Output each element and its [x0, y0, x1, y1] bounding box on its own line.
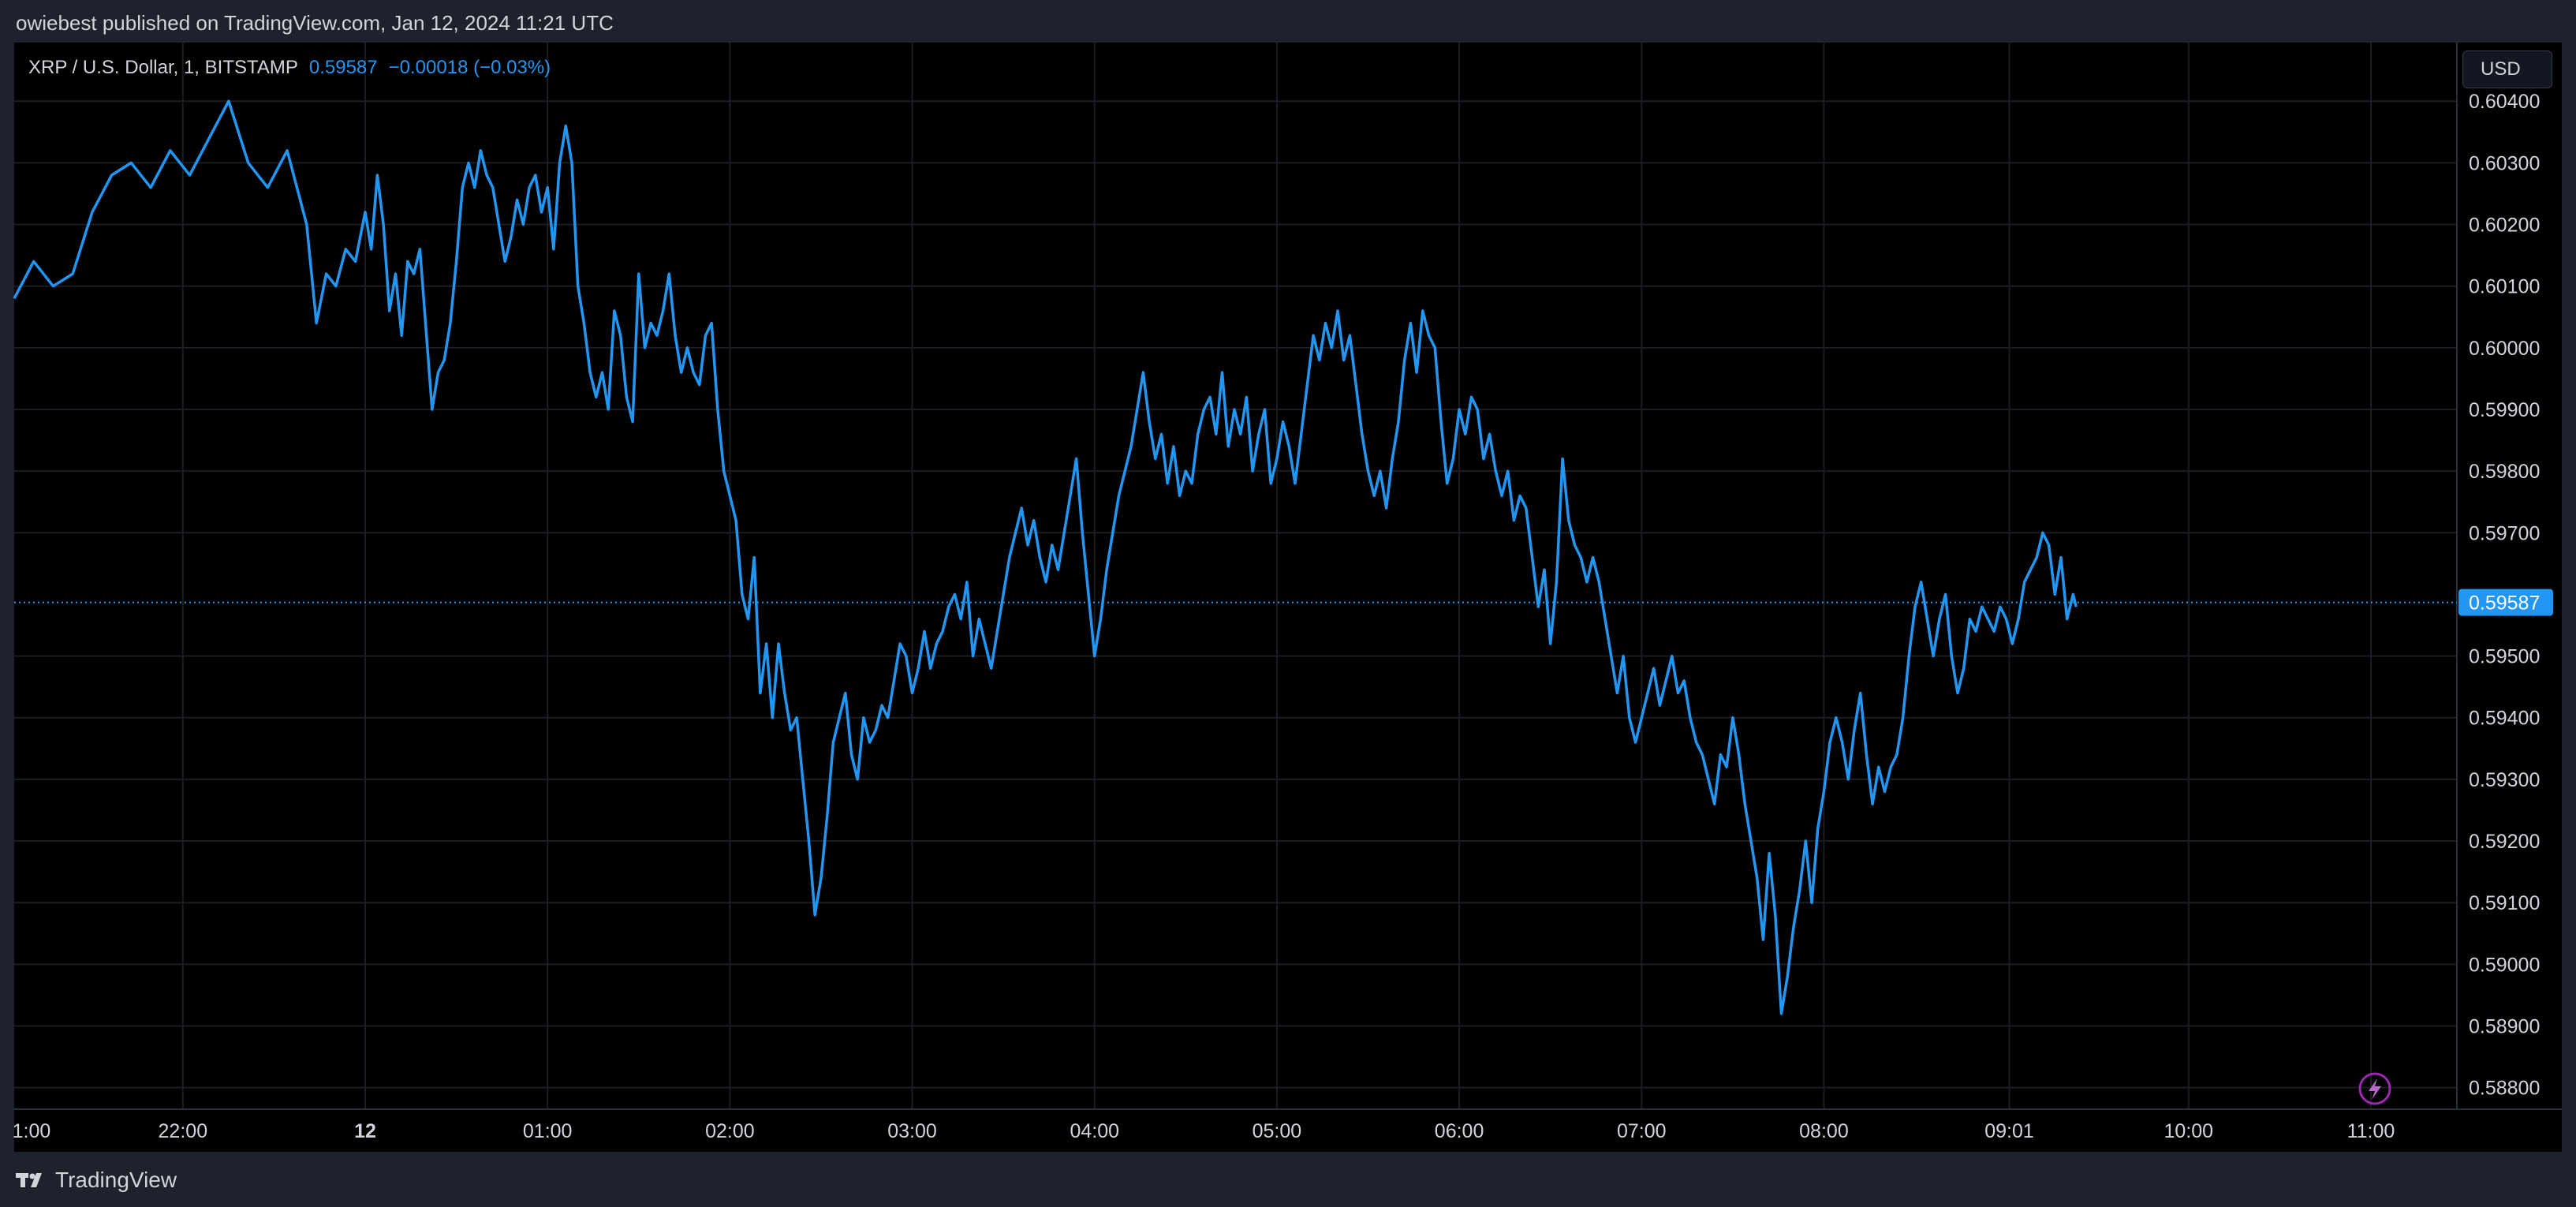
x-tick-label: 09:01 — [1984, 1120, 2034, 1142]
x-tick-label: 04:00 — [1070, 1120, 1119, 1142]
x-tick-label: 02:00 — [705, 1120, 755, 1142]
x-tick-label: 08:00 — [1799, 1120, 1849, 1142]
x-tick-label: 11:00 — [2347, 1120, 2395, 1142]
symbol-legend[interactable]: XRP / U.S. Dollar, 1, BITSTAMP 0.59587 −… — [28, 57, 551, 79]
y-tick-label: 0.59200 — [2469, 831, 2540, 853]
y-tick-label: 0.59500 — [2469, 646, 2540, 668]
symbol-title[interactable]: XRP / U.S. Dollar, 1, BITSTAMP — [28, 57, 298, 79]
currency-button[interactable]: USD — [2462, 50, 2552, 88]
tradingview-logo-icon — [16, 1173, 42, 1187]
line-layer — [13, 99, 2078, 1015]
y-tick-label: 0.60400 — [2469, 91, 2540, 113]
y-tick-label: 0.59800 — [2469, 461, 2540, 483]
last-price-label: 0.59587 — [2469, 592, 2540, 615]
y-tick-label: 0.59700 — [2469, 522, 2540, 544]
y-tick-label: 0.60000 — [2469, 338, 2540, 360]
lightning-icon[interactable] — [2358, 1072, 2391, 1105]
y-tick-label: 0.59300 — [2469, 769, 2540, 791]
price-series-line — [13, 99, 2078, 1015]
x-tick-label: 05:00 — [1253, 1120, 1302, 1142]
y-tick-label: 0.58900 — [2469, 1015, 2540, 1037]
x-tick-label: 03:00 — [887, 1120, 937, 1142]
y-tick-label: 0.59000 — [2469, 954, 2540, 976]
x-tick-label: 01:00 — [523, 1120, 573, 1142]
x-tick-label: 06:00 — [1435, 1120, 1484, 1142]
brand[interactable]: TradingView — [16, 1168, 177, 1193]
bottom-bar — [0, 1152, 2576, 1207]
x-tick-label: 12 — [354, 1120, 376, 1142]
last-value: 0.59587 — [308, 57, 378, 78]
y-tick-label: 0.60200 — [2469, 215, 2540, 237]
y-tick-label: 0.59400 — [2469, 708, 2540, 730]
y-tick-label: 0.60300 — [2469, 152, 2540, 174]
price-change: −0.00018 (−0.03%) — [388, 57, 551, 78]
x-tick-label: 1:00 — [13, 1120, 51, 1142]
x-tick-label: 07:00 — [1617, 1120, 1667, 1142]
y-tick-label: 0.59900 — [2469, 399, 2540, 421]
price-chart[interactable]: 0.60400 0.60300 0.60200 0.60100 0.60000 0.599… — [0, 0, 2576, 1152]
brand-name: TradingView — [55, 1168, 177, 1192]
x-tick-label: 10:00 — [2164, 1120, 2214, 1142]
axis-layer: 0.60400 0.60300 0.60200 0.60100 0.60000 0.599… — [13, 43, 2562, 1142]
y-tick-label: 0.59100 — [2469, 892, 2540, 914]
y-tick-label: 0.60100 — [2469, 276, 2540, 298]
x-tick-label: 22:00 — [159, 1120, 208, 1142]
y-tick-label: 0.58800 — [2469, 1078, 2540, 1100]
